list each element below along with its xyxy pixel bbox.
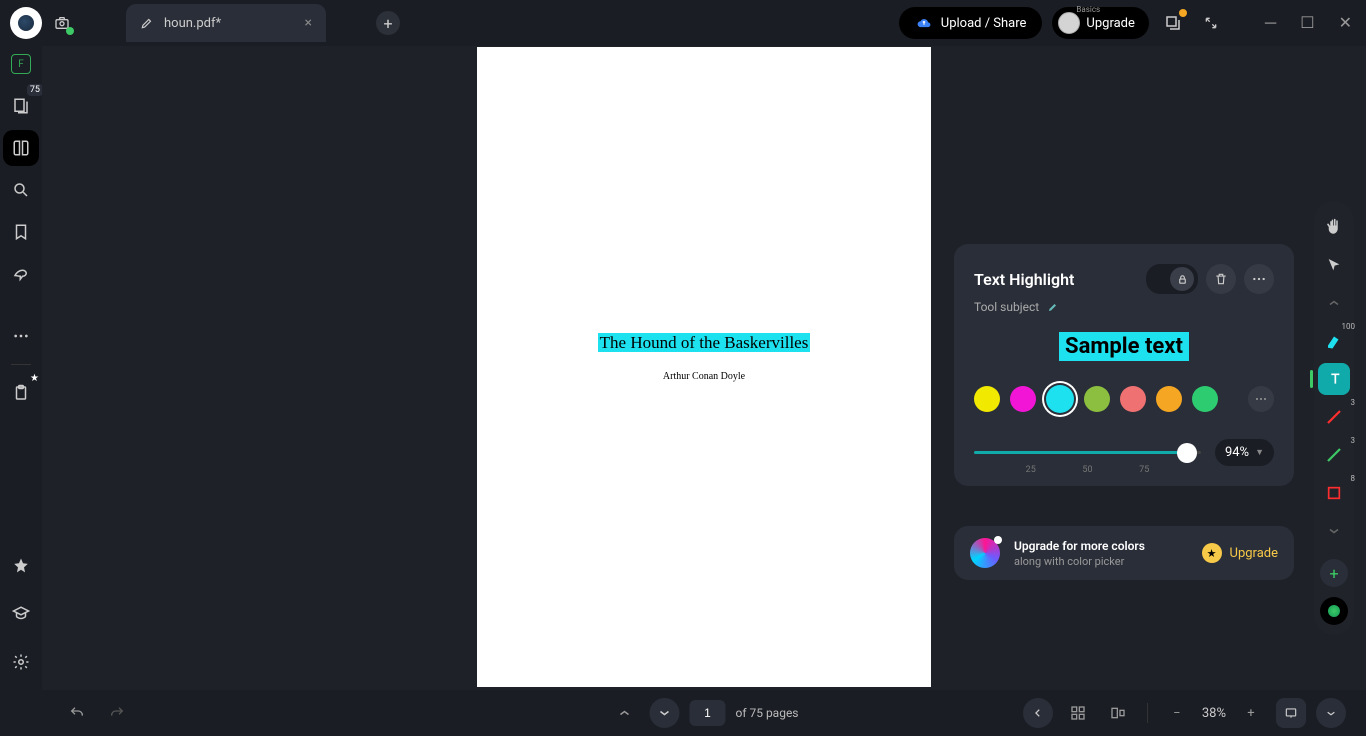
window-close-button[interactable]: ✕ <box>1339 13 1352 33</box>
basics-label: Basics <box>1076 5 1100 14</box>
brand-button[interactable] <box>1320 597 1348 625</box>
text-highlight-panel: Text Highlight Tool subject <box>954 244 1294 486</box>
highlighter-tool-button[interactable]: 100 <box>1318 325 1350 357</box>
page-count-badge: 75 <box>27 84 43 96</box>
edit-subject-icon[interactable] <box>1047 301 1059 313</box>
zoom-level: 38% <box>1202 706 1226 721</box>
cloud-upload-icon <box>915 16 933 30</box>
sidebar-reader-button[interactable] <box>3 130 39 166</box>
upgrade-button-top[interactable]: Basics Upgrade <box>1052 7 1148 39</box>
box-badge: 8 <box>1351 474 1356 483</box>
page-down-button[interactable] <box>649 698 679 728</box>
opacity-value-dropdown[interactable]: 94% ▼ <box>1215 439 1274 466</box>
page-number-input[interactable] <box>689 700 725 726</box>
sidebar-settings-button[interactable] <box>3 644 39 680</box>
panel-more-button[interactable] <box>1244 264 1274 294</box>
color-wheel-icon <box>970 538 1000 568</box>
tab-document[interactable]: houn.pdf* × <box>126 4 326 42</box>
star-icon: ★ <box>1202 543 1222 563</box>
sidebar-more-button[interactable] <box>3 318 39 354</box>
green-line-badge: 3 <box>1351 436 1356 445</box>
main-viewport: The Hound of the Baskervilles Arthur Con… <box>42 46 1366 690</box>
grid-view-button[interactable] <box>1063 698 1093 728</box>
text-highlight-tool-button[interactable] <box>1318 363 1350 395</box>
red-line-tool-button[interactable]: 3 <box>1318 401 1350 433</box>
hand-tool-button[interactable] <box>1318 211 1350 243</box>
snapshot-button[interactable] <box>48 9 76 37</box>
green-line-tool-button[interactable]: 3 <box>1318 439 1350 471</box>
chevron-down-icon: ▼ <box>1255 447 1264 458</box>
app-logo[interactable] <box>10 7 42 39</box>
collapse-up-button[interactable] <box>1318 287 1350 319</box>
color-swatch-magenta[interactable] <box>1010 386 1036 412</box>
notifications-button[interactable] <box>1159 9 1187 37</box>
prev-layout-button[interactable] <box>1023 698 1053 728</box>
moon-icon <box>1058 12 1080 34</box>
pencil-icon <box>140 16 154 30</box>
upgrade-panel-title: Upgrade for more colors <box>1014 539 1145 553</box>
presentation-button[interactable] <box>1276 698 1306 728</box>
sample-text-preview: Sample text <box>974 334 1274 359</box>
color-swatch-olive[interactable] <box>1084 386 1110 412</box>
sidebar-divider <box>11 364 31 365</box>
page-up-button[interactable] <box>609 698 639 728</box>
color-swatch-cyan[interactable] <box>1046 385 1074 413</box>
window-minimize-button[interactable]: ─ <box>1265 13 1276 33</box>
sidebar-favorites-button[interactable] <box>3 548 39 584</box>
sidebar-bookmark-button[interactable] <box>3 214 39 250</box>
sidebar-thumbnails-button[interactable]: 75 <box>3 88 39 124</box>
upgrade-panel-cta[interactable]: Upgrade <box>1230 546 1278 561</box>
star-indicator-icon: ★ <box>30 373 39 384</box>
titlebar: houn.pdf* × + Upload / Share Basics Upgr… <box>0 0 1366 46</box>
new-tab-button[interactable]: + <box>376 11 400 35</box>
color-swatch-coral[interactable] <box>1120 386 1146 412</box>
upgrade-label-top: Upgrade <box>1086 16 1134 31</box>
tab-close-icon[interactable]: × <box>305 15 312 31</box>
expand-bottombar-button[interactable] <box>1316 698 1346 728</box>
lock-toggle[interactable] <box>1146 264 1198 294</box>
more-colors-button[interactable] <box>1248 386 1274 412</box>
file-badge[interactable]: F <box>11 54 31 74</box>
sidebar-clipboard-button[interactable]: ★ <box>3 375 39 411</box>
upgrade-colors-panel: Upgrade for more colors along with color… <box>954 526 1294 580</box>
bottombar: of 75 pages − 38% + <box>42 690 1366 736</box>
delete-button[interactable] <box>1206 264 1236 294</box>
red-line-badge: 3 <box>1351 398 1356 407</box>
panel-subject: Tool subject <box>974 300 1039 314</box>
fullscreen-button[interactable] <box>1197 9 1225 37</box>
lock-icon <box>1170 267 1194 291</box>
tab-filename: houn.pdf* <box>164 16 221 31</box>
box-tool-button[interactable]: 8 <box>1318 477 1350 509</box>
select-tool-button[interactable] <box>1318 249 1350 281</box>
add-tool-button[interactable]: + <box>1320 559 1348 587</box>
document-author[interactable]: Arthur Conan Doyle <box>477 371 931 382</box>
page-total-label: of 75 pages <box>735 706 798 720</box>
redo-button[interactable] <box>102 698 132 728</box>
undo-button[interactable] <box>62 698 92 728</box>
upload-share-label: Upload / Share <box>941 16 1027 31</box>
fit-page-button[interactable] <box>1103 698 1133 728</box>
right-toolbar: 100 3 3 8 + <box>1314 201 1354 635</box>
sidebar-search-button[interactable] <box>3 172 39 208</box>
color-swatch-yellow[interactable] <box>974 386 1000 412</box>
panel-title: Text Highlight <box>974 270 1074 289</box>
sidebar-learn-button[interactable] <box>3 596 39 632</box>
color-swatches <box>974 385 1274 413</box>
document-title-highlighted[interactable]: The Hound of the Baskervilles <box>477 333 931 353</box>
sidebar-annotations-button[interactable] <box>3 256 39 292</box>
color-swatch-orange[interactable] <box>1156 386 1182 412</box>
pdf-page[interactable]: The Hound of the Baskervilles Arthur Con… <box>477 47 931 687</box>
upgrade-panel-subtitle: along with color picker <box>1014 555 1145 568</box>
opacity-slider[interactable]: 25 50 75 <box>974 441 1201 465</box>
window-maximize-button[interactable]: ☐ <box>1300 13 1314 33</box>
zoom-in-button[interactable]: + <box>1236 698 1266 728</box>
upload-share-button[interactable]: Upload / Share <box>899 7 1043 39</box>
zoom-out-button[interactable]: − <box>1162 698 1192 728</box>
collapse-down-button[interactable] <box>1318 515 1350 547</box>
color-swatch-green[interactable] <box>1192 386 1218 412</box>
highlighter-badge: 100 <box>1342 322 1356 331</box>
left-sidebar: F 75 ★ <box>0 46 42 690</box>
